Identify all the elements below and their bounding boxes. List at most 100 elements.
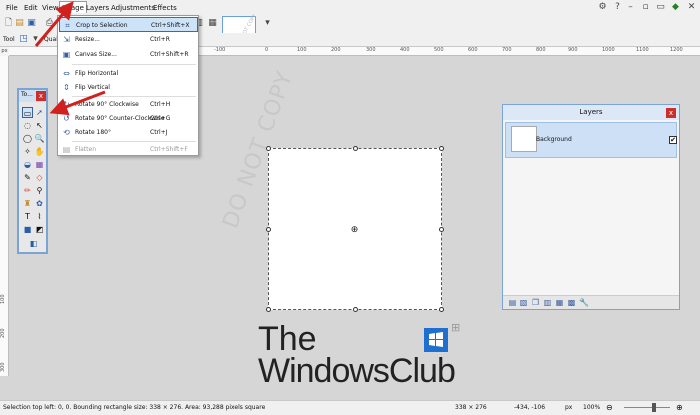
logo-text-windowsclub: WindowsClub: [258, 352, 456, 390]
tools-title-bar[interactable]: To... x: [19, 90, 46, 102]
menu-edit[interactable]: Edit: [22, 2, 40, 14]
rectangle-select-icon[interactable]: ▭: [22, 107, 33, 118]
gradient-icon[interactable]: ▦: [34, 159, 45, 170]
minimize-icon[interactable]: –: [625, 2, 636, 13]
ruler-tick-label: 1200: [670, 47, 683, 53]
zoom-out-icon[interactable]: ⊖: [606, 401, 613, 415]
magic-wand-icon[interactable]: ✧: [22, 146, 33, 157]
menu-adjustments[interactable]: Adjustments: [109, 2, 157, 14]
resize-handle[interactable]: [353, 307, 358, 312]
menu-view[interactable]: View: [40, 2, 61, 14]
menu-canvas-size[interactable]: ▣ Canvas Size... Ctrl+Shift+R: [59, 47, 198, 62]
tabs-dropdown-icon[interactable]: ▾: [262, 18, 273, 29]
zoom-level[interactable]: 100%: [583, 401, 600, 415]
menu-file[interactable]: File: [4, 2, 20, 14]
delete-layer-icon[interactable]: ▧: [519, 298, 528, 307]
ruler-tick-label: 300: [366, 47, 376, 53]
layer-name: Background: [536, 136, 572, 143]
ruler-tick-label: 300: [0, 362, 6, 372]
ruler-tick-label: 100: [297, 47, 307, 53]
close-window-icon[interactable]: ✕: [686, 2, 697, 13]
menu-image[interactable]: Image: [59, 1, 87, 13]
menu-layers[interactable]: Layers: [84, 2, 111, 14]
menu-separator: [72, 64, 196, 65]
toolbar-extra-icon-2[interactable]: ▦: [207, 18, 218, 29]
menu-effects[interactable]: Effects: [151, 2, 179, 14]
zoom-slider[interactable]: [624, 407, 670, 408]
ruler-tick-label: 600: [468, 47, 478, 53]
ruler-tick-label: 100: [0, 294, 6, 304]
ruler-tick-label: 200: [0, 328, 6, 338]
layer-thumbnail: [511, 126, 537, 152]
move-layer-down-icon[interactable]: ▩: [567, 298, 576, 307]
chevron-down-icon[interactable]: ▾: [30, 34, 41, 45]
recolor-icon[interactable]: ✿: [34, 198, 45, 209]
zoom-icon[interactable]: 🔍: [34, 133, 45, 144]
clone-stamp-icon[interactable]: ♜: [22, 198, 33, 209]
pencil-icon[interactable]: ✏: [22, 185, 33, 196]
paint-bucket-icon[interactable]: ◒: [22, 159, 33, 170]
resize-handle[interactable]: [439, 307, 444, 312]
menu-resize[interactable]: ⇲ Resize... Ctrl+R: [59, 32, 198, 47]
rotate-cw-icon: ↻: [63, 100, 70, 109]
resize-handle[interactable]: [266, 227, 271, 232]
menu-crop-to-selection[interactable]: ⌗ Crop to Selection Ctrl+Shift+X: [59, 17, 198, 32]
ruler-tick-label: 200: [331, 47, 341, 53]
color-picker-icon[interactable]: ⚲: [34, 185, 45, 196]
move-layer-up-icon[interactable]: ▦: [555, 298, 564, 307]
tools-title: To...: [21, 91, 33, 98]
layer-row[interactable]: Background ✔: [505, 122, 677, 158]
open-file-icon[interactable]: ▤: [14, 18, 25, 29]
tool-select-icon[interactable]: ◳: [18, 34, 29, 45]
tools-close-button[interactable]: x: [36, 91, 46, 101]
layer-visibility-checkbox[interactable]: ✔: [669, 136, 677, 144]
menu-flatten[interactable]: ▤ Flatten Ctrl+Shift+F: [59, 142, 198, 157]
paintbrush-icon[interactable]: ✎: [22, 172, 33, 183]
resize-handle[interactable]: [266, 307, 271, 312]
ellipse-select-icon[interactable]: ◯: [22, 133, 33, 144]
color-swatch-icon[interactable]: ◧: [28, 238, 39, 249]
move-selected-icon[interactable]: ↖: [34, 120, 45, 131]
help-icon[interactable]: ?: [612, 2, 623, 13]
menu-rotate-ccw[interactable]: ↺ Rotate 90° Counter-Clockwise Ctrl+G: [59, 111, 198, 126]
window-icon[interactable]: ▭: [655, 2, 666, 13]
layers-title[interactable]: Layers: [503, 105, 679, 120]
zoom-in-icon[interactable]: ⊕: [676, 401, 683, 415]
ruler-left: 100 200 300: [0, 56, 9, 376]
save-icon[interactable]: ▣: [26, 18, 37, 29]
menubar: File Edit View Image Layers Adjustments …: [0, 0, 700, 15]
line-curve-icon[interactable]: ⌇: [34, 211, 45, 222]
menu-flip-vertical[interactable]: ⇕ Flip Vertical: [59, 80, 198, 95]
unit-selector[interactable]: px: [565, 401, 572, 415]
colors-icon[interactable]: ◩: [34, 224, 45, 235]
menu-rotate-180[interactable]: ⟲ Rotate 180° Ctrl+J: [59, 125, 198, 140]
pan-icon[interactable]: ✋: [34, 146, 45, 157]
text-icon[interactable]: T: [22, 211, 33, 222]
windows-logo-icon: [424, 328, 448, 352]
cursor-position: -434, -106: [514, 404, 546, 411]
flip-horizontal-icon: ⇔: [63, 69, 70, 78]
merge-layer-icon[interactable]: ▥: [543, 298, 552, 307]
eraser-icon[interactable]: ◇: [34, 172, 45, 183]
palette-icon[interactable]: ◆: [670, 2, 681, 13]
duplicate-layer-icon[interactable]: ❐: [531, 298, 540, 307]
ruler-tick-label: 900: [568, 47, 578, 53]
menu-rotate-cw[interactable]: ↻ Rotate 90° Clockwise Ctrl+H: [59, 97, 198, 112]
rotate-180-icon: ⟲: [63, 128, 70, 137]
zoom-slider-thumb[interactable]: [652, 403, 656, 412]
layer-properties-icon[interactable]: 🔧: [579, 298, 589, 307]
lasso-select-icon[interactable]: ◌: [22, 120, 33, 131]
move-center-icon[interactable]: ⊕: [350, 226, 359, 235]
resize-handle[interactable]: [439, 227, 444, 232]
shapes-icon[interactable]: ■: [22, 224, 33, 235]
restore-icon[interactable]: ▫: [640, 2, 651, 13]
add-layer-icon[interactable]: ▤: [508, 298, 517, 307]
move-selection-icon[interactable]: ➚: [34, 107, 45, 118]
resize-handle[interactable]: [439, 146, 444, 151]
new-file-icon[interactable]: 🗋: [3, 18, 14, 29]
menu-flip-horizontal[interactable]: ⇔ Flip Horizontal: [59, 66, 198, 81]
resize-handle[interactable]: [353, 146, 358, 151]
settings-icon[interactable]: ⚙: [597, 2, 608, 13]
layers-close-button[interactable]: x: [666, 108, 676, 118]
print-icon[interactable]: ⎙: [44, 18, 55, 29]
